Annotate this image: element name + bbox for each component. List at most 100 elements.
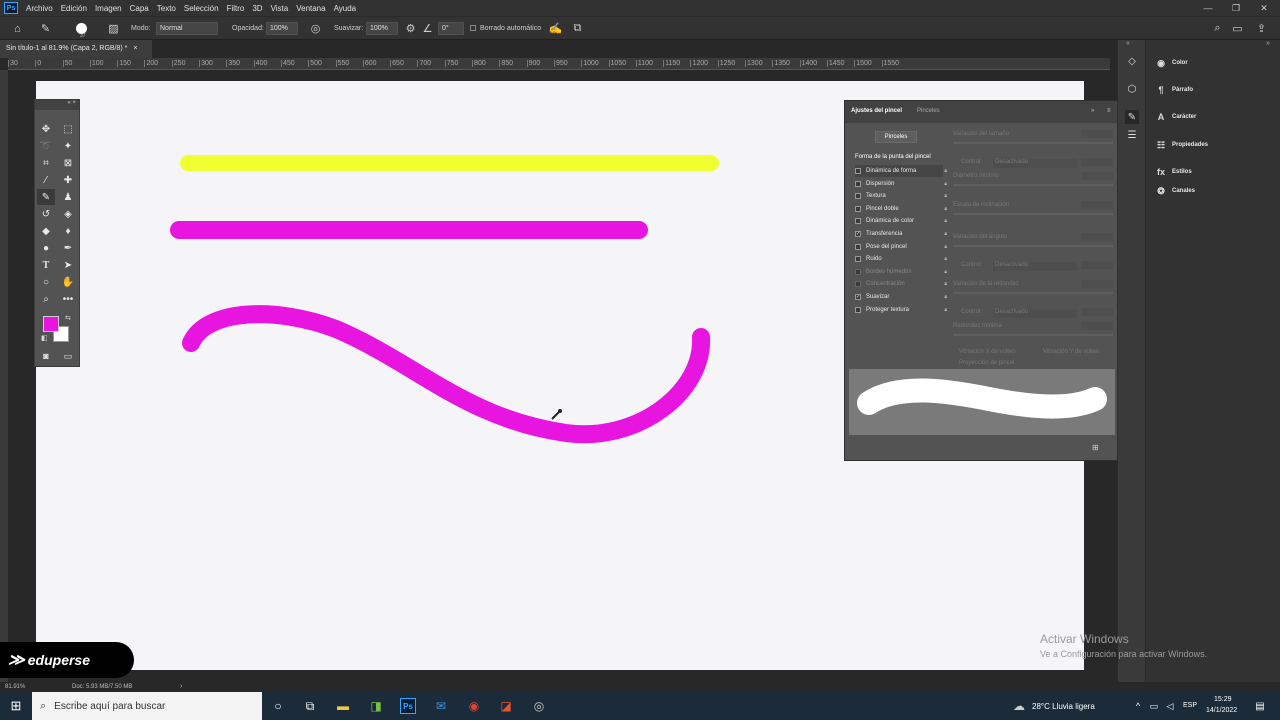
eraser-tool-icon[interactable]: ◈ [59, 206, 77, 222]
frame-tool-icon[interactable]: ⊠ [59, 155, 77, 171]
status-menu-icon[interactable]: › [180, 683, 182, 690]
panel-paragraph[interactable]: ¶ Párrafo [1154, 83, 1193, 97]
panel-menu-icon[interactable]: ≡ [1107, 108, 1111, 114]
brush-option-checkbox[interactable] [855, 193, 861, 200]
home-icon[interactable]: ⌂ [10, 21, 25, 36]
lock-icon[interactable]: 🔒︎ [944, 218, 947, 224]
brush-option-item[interactable]: Bordes húmedos 🔒︎ [855, 266, 947, 278]
brush-option-checkbox[interactable]: ✓ [855, 294, 861, 300]
menu-imagen[interactable]: Imagen [91, 4, 126, 13]
toolbox-header[interactable]: « × [35, 100, 79, 110]
pressure-size-icon[interactable]: ✍ [548, 21, 563, 36]
pen-tool-icon[interactable]: ✒ [59, 240, 77, 256]
mode-select[interactable]: Normal [156, 22, 218, 35]
brush-option-item[interactable]: Concentración 🔒︎ [855, 278, 947, 290]
panel-color[interactable]: ◉ Color [1154, 56, 1188, 70]
auto-erase-checkbox[interactable] [470, 25, 476, 31]
panel-styles[interactable]: fx Estilos [1154, 165, 1192, 179]
file-explorer-icon[interactable]: ▬ [335, 698, 351, 714]
notifications-icon[interactable]: ▤ [1252, 698, 1268, 714]
brush-settings-dock-icon[interactable]: ✎ [1125, 110, 1139, 124]
3d-icon[interactable]: ⬡ [1125, 82, 1139, 96]
symmetry-icon[interactable]: ⧉ [570, 21, 585, 36]
brush-option-item[interactable]: ✓ Transferencia 🔒︎ [855, 228, 947, 240]
adjustments-icon[interactable]: ☰ [1125, 128, 1139, 142]
ellipse-tool-icon[interactable]: ○ [37, 274, 55, 290]
pressure-opacity-icon[interactable]: ◎ [308, 21, 323, 36]
menu-3d[interactable]: 3D [248, 4, 266, 13]
collapse-panel-icon[interactable]: » [1091, 108, 1094, 114]
menu-vista[interactable]: Vista [267, 4, 293, 13]
menu-archivo[interactable]: Archivo [22, 4, 57, 13]
lock-icon[interactable]: 🔒︎ [944, 231, 947, 237]
brush-option-item[interactable]: Ruido 🔒︎ [855, 253, 947, 265]
zoom-tool-icon[interactable]: ⌕ [37, 291, 55, 307]
new-preset-icon[interactable]: ⊞ [1092, 443, 1099, 452]
lock-icon[interactable]: 🔒︎ [944, 256, 947, 262]
menu-capa[interactable]: Capa [126, 4, 153, 13]
restore-button[interactable]: ❐ [1222, 0, 1250, 16]
volume-icon[interactable]: ◁ [1162, 698, 1178, 714]
brush-option-checkbox[interactable] [855, 268, 861, 275]
paint-bucket-tool-icon[interactable]: ◆ [37, 223, 55, 239]
brush-option-checkbox[interactable] [855, 218, 861, 225]
screen-mode-icon[interactable]: ▭ [59, 348, 77, 364]
brush-tool-icon[interactable]: ✎ [37, 189, 55, 205]
weather-text[interactable]: 28°C Lluvia ligera [1032, 702, 1095, 711]
quick-mask-icon[interactable]: ◙ [37, 348, 55, 364]
brush-panel-toggle-icon[interactable]: ▨ [106, 21, 121, 36]
lock-icon[interactable]: 🔒︎ [944, 206, 947, 212]
chrome-icon[interactable]: ◉ [466, 698, 482, 714]
opacity-input[interactable]: 100% [266, 22, 298, 35]
brush-option-item[interactable]: Dinámica de color 🔒︎ [855, 215, 947, 227]
cortana-icon[interactable]: ○ [270, 698, 286, 714]
smoothing-gear-icon[interactable]: ⚙ [403, 21, 418, 36]
lock-icon[interactable]: 🔒︎ [944, 307, 947, 313]
store-icon[interactable]: ◨ [368, 698, 384, 714]
menu-filtro[interactable]: Filtro [223, 4, 249, 13]
lock-icon[interactable]: 🔒︎ [944, 168, 947, 174]
lock-icon[interactable]: 🔒︎ [944, 244, 947, 250]
brush-option-item[interactable]: Pincel doble 🔒︎ [855, 203, 947, 215]
healing-brush-tool-icon[interactable]: ✚ [59, 172, 77, 188]
tab-brushes[interactable]: Pinceles [917, 108, 940, 114]
brush-tip-shape-item[interactable]: Forma de la punta del pincel [855, 154, 931, 160]
brush-option-checkbox[interactable] [855, 180, 861, 187]
stamp-tool-icon[interactable]: ♟ [59, 189, 77, 205]
tab-brush-settings[interactable]: Ajustes del pincel [851, 108, 902, 114]
clock-date[interactable]: 14/1/2022 [1206, 707, 1237, 714]
menu-ventana[interactable]: Ventana [292, 4, 329, 13]
language-indicator[interactable]: ESP [1183, 702, 1197, 709]
menu-seleccion[interactable]: Selección [180, 4, 223, 13]
hand-tool-icon[interactable]: ✋ [59, 274, 77, 290]
minimize-button[interactable]: — [1194, 0, 1222, 16]
lock-icon[interactable]: 🔒︎ [944, 193, 947, 199]
zoom-level[interactable]: 81.91% [5, 684, 25, 690]
brush-option-item[interactable]: Proteger textura 🔒︎ [855, 304, 947, 316]
mail-icon[interactable]: ✉ [433, 698, 449, 714]
task-view-icon[interactable]: ⧉ [302, 698, 318, 714]
windows-start-icon[interactable]: ⊞ [8, 698, 24, 714]
brush-option-item[interactable]: Dispersión 🔒︎ [855, 178, 947, 190]
panel-properties[interactable]: ☷ Propiedades [1154, 138, 1208, 152]
crop-tool-icon[interactable]: ⌗ [37, 155, 55, 171]
angle-input[interactable]: 0° [438, 22, 464, 35]
path-selection-tool-icon[interactable]: ➤ [59, 257, 77, 273]
move-tool-icon[interactable]: ✥ [37, 121, 55, 137]
menu-texto[interactable]: Texto [153, 4, 180, 13]
brush-option-item[interactable]: Pose del pincel 🔒︎ [855, 241, 947, 253]
layers-icon[interactable]: ◇ [1125, 54, 1139, 68]
brush-tool-preset-icon[interactable]: ✎ [38, 21, 53, 36]
brush-option-checkbox[interactable] [855, 306, 861, 313]
brushes-button[interactable]: Pinceles [875, 131, 917, 143]
history-brush-tool-icon[interactable]: ↺ [37, 206, 55, 222]
lock-icon[interactable]: 🔒︎ [944, 281, 947, 287]
app-icon[interactable]: ◪ [498, 698, 514, 714]
lock-icon[interactable]: 🔒︎ [944, 181, 947, 187]
swap-colors-icon[interactable]: ⇆ [65, 314, 71, 322]
tray-chevron-icon[interactable]: ^ [1130, 698, 1146, 714]
panel-character[interactable]: A Carácter [1154, 110, 1197, 124]
lock-icon[interactable]: 🔒︎ [944, 269, 947, 275]
more-tools-icon[interactable]: ••• [59, 291, 77, 307]
close-window-button[interactable]: ✕ [1250, 0, 1278, 16]
